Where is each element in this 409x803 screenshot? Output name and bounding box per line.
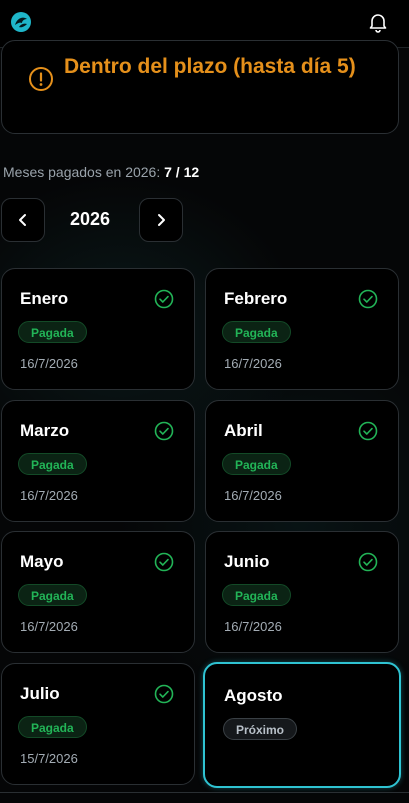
check-circle-icon (154, 421, 174, 441)
chevron-right-icon (158, 214, 165, 226)
status-badge: Pagada (18, 716, 87, 738)
payment-date: 15/7/2026 (20, 751, 78, 766)
paid-months-summary: Meses pagados en 2026: 7 / 12 (3, 164, 199, 180)
month-name: Julio (20, 684, 60, 703)
month-card-enero[interactable]: Enero Pagada 16/7/2026 (1, 268, 195, 390)
status-badge: Pagada (222, 453, 291, 475)
payment-date: 16/7/2026 (224, 488, 282, 503)
month-name: Febrero (224, 289, 288, 308)
month-name: Abril (224, 421, 263, 440)
check-circle-icon (358, 421, 378, 441)
previous-year-button[interactable] (1, 198, 45, 242)
year-label: 2026 (70, 209, 111, 229)
next-year-button[interactable] (139, 198, 183, 242)
month-name: Enero (20, 289, 69, 308)
check-circle-icon (154, 289, 174, 309)
check-circle-icon (358, 552, 378, 572)
payment-date: 16/7/2026 (20, 488, 78, 503)
payment-date: 16/7/2026 (20, 356, 78, 371)
month-card-julio[interactable]: Julio Pagada 15/7/2026 (1, 663, 195, 785)
month-card-mayo[interactable]: Mayo Pagada 16/7/2026 (1, 531, 195, 653)
status-badge: Pagada (18, 321, 87, 343)
payment-date: 16/7/2026 (20, 619, 78, 634)
status-badge: Pagada (222, 321, 291, 343)
check-circle-icon (358, 289, 378, 309)
month-card-febrero[interactable]: Febrero Pagada 16/7/2026 (205, 268, 399, 390)
status-badge: Pagada (18, 584, 87, 606)
summary-label: Meses pagados en 2026: (3, 164, 161, 180)
app-logo-icon[interactable] (10, 11, 32, 33)
payment-date: 16/7/2026 (224, 619, 282, 634)
check-circle-icon (154, 684, 174, 704)
month-card-marzo[interactable]: Marzo Pagada 16/7/2026 (1, 400, 195, 522)
status-text: Dentro del plazo (hasta día 5) (64, 55, 356, 78)
month-name: Agosto (224, 686, 283, 705)
summary-value: 7 / 12 (164, 164, 200, 180)
chevron-left-icon (19, 214, 26, 226)
alert-circle-icon (29, 67, 53, 91)
status-badge: Próximo (223, 718, 298, 740)
status-badge: Pagada (18, 453, 87, 475)
month-name: Mayo (20, 552, 64, 571)
check-circle-icon (154, 552, 174, 572)
month-name: Marzo (20, 421, 70, 440)
payment-status-card: Dentro del plazo (hasta día 5) (1, 40, 399, 134)
status-badge: Pagada (222, 584, 291, 606)
month-card-junio[interactable]: Junio Pagada 16/7/2026 (205, 531, 399, 653)
month-name: Junio (224, 552, 270, 571)
payment-date: 16/7/2026 (224, 356, 282, 371)
bell-icon[interactable] (368, 11, 388, 33)
month-card-abril[interactable]: Abril Pagada 16/7/2026 (205, 400, 399, 522)
month-card-agosto[interactable]: Agosto Próximo (203, 662, 401, 788)
month-card-partial (0, 792, 409, 803)
